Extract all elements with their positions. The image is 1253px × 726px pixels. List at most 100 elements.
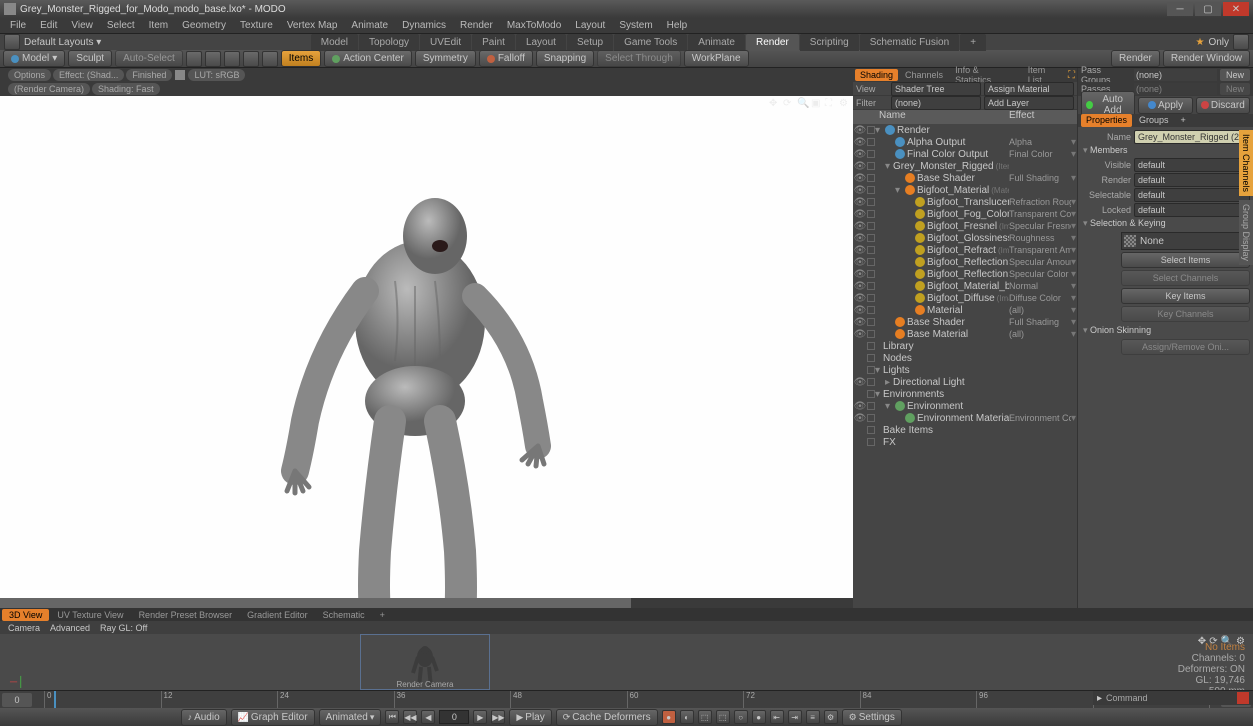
tree-row[interactable]: 👁▾Bigfoot_Material(Material)	[853, 184, 1077, 196]
effect-value[interactable]: Normal	[1009, 281, 1071, 291]
effect-dropdown-icon[interactable]: ▾	[1071, 149, 1077, 160]
checkbox[interactable]	[867, 330, 875, 338]
visibility-toggle[interactable]: 👁	[853, 185, 867, 196]
select-items-button[interactable]: Select Items	[1121, 252, 1250, 268]
render-dropdown[interactable]: default	[1134, 173, 1250, 187]
only-label[interactable]: Only	[1208, 37, 1229, 48]
effect-value[interactable]: Refraction Rough...	[1009, 197, 1071, 207]
tree-row[interactable]: 👁Environment MaterialEnvironment Color▾	[853, 412, 1077, 424]
expand-toggle[interactable]: ▸	[885, 377, 893, 388]
tree-row[interactable]: FX	[853, 436, 1077, 448]
new-pass-button[interactable]: New	[1220, 83, 1250, 95]
effect-dropdown-icon[interactable]: ▾	[1071, 329, 1077, 340]
checkbox[interactable]	[867, 246, 875, 254]
checkbox[interactable]	[867, 210, 875, 218]
camera-dropdown[interactable]: Camera	[8, 623, 40, 633]
tree-row[interactable]: 👁Bigfoot_Fresnel(Image)Specular Fresnel▾	[853, 220, 1077, 232]
effect-value[interactable]: (all)	[1009, 329, 1071, 339]
shader-tree[interactable]: 👁▾Render👁Alpha OutputAlpha▾👁Final Color …	[853, 124, 1077, 608]
tree-row[interactable]: 👁Final Color OutputFinal Color▾	[853, 148, 1077, 160]
checkbox[interactable]	[867, 282, 875, 290]
effect-value[interactable]: Transparent Amo...	[1009, 245, 1071, 255]
menu-file[interactable]: File	[4, 18, 32, 33]
vp-rotate-icon[interactable]: ⟳	[783, 98, 795, 110]
effect-dropdown-icon[interactable]: ▾	[1071, 233, 1077, 244]
graph-editor-button[interactable]: 📈 Graph Editor	[231, 709, 315, 726]
effect-dropdown-icon[interactable]: ▾	[1071, 173, 1077, 184]
command-expand-icon[interactable]: ▸	[1097, 693, 1102, 704]
key-icon-1[interactable]: ●	[662, 710, 676, 724]
tree-row[interactable]: 👁▾Grey_Monster_Rigged(Item)	[853, 160, 1077, 172]
visibility-toggle[interactable]: 👁	[853, 221, 867, 232]
expand-toggle[interactable]: ▾	[875, 365, 883, 376]
tree-row[interactable]: 👁Material(all)▾	[853, 304, 1077, 316]
tab-add[interactable]: +	[1176, 114, 1191, 127]
tree-row[interactable]: 👁Bigfoot_Refract(Image)Transparent Amo..…	[853, 244, 1077, 256]
maximize-button[interactable]: ▢	[1195, 2, 1221, 16]
tree-row[interactable]: 👁Bigfoot_Material_bump...Normal▾	[853, 280, 1077, 292]
checkbox[interactable]	[867, 354, 875, 362]
checkbox[interactable]	[867, 150, 875, 158]
tree-row[interactable]: 👁Alpha OutputAlpha▾	[853, 136, 1077, 148]
checkbox[interactable]	[867, 186, 875, 194]
visibility-toggle[interactable]: 👁	[853, 377, 867, 388]
layout-tab-game-tools[interactable]: Game Tools	[614, 34, 687, 51]
select-icon-5[interactable]	[262, 51, 278, 67]
select-icon-4[interactable]	[243, 51, 259, 67]
effect-dropdown-icon[interactable]: ▾	[1071, 197, 1077, 208]
tab-groups[interactable]: Groups	[1134, 114, 1174, 127]
tree-row[interactable]: 👁Bigfoot_Reflection(Ima...Specular Color…	[853, 268, 1077, 280]
shading-tag[interactable]: Shading: Fast	[92, 83, 160, 95]
go-start-button[interactable]: ⏮	[385, 710, 399, 724]
tree-row[interactable]: 👁Bigfoot_Translucency(i...Refraction Rou…	[853, 196, 1077, 208]
visibility-toggle[interactable]: 👁	[853, 125, 867, 136]
new-pass-group-button[interactable]: New	[1220, 69, 1250, 81]
layout-tab-setup[interactable]: Setup	[567, 34, 613, 51]
none-selector[interactable]: None	[1121, 232, 1250, 250]
effect-value[interactable]: Specular Color	[1009, 269, 1071, 279]
sculpt-button[interactable]: Sculpt	[68, 50, 112, 67]
menu-item[interactable]: Item	[143, 18, 174, 33]
effect-dropdown-icon[interactable]: ▾	[1071, 281, 1077, 292]
checkbox[interactable]	[867, 270, 875, 278]
tree-row[interactable]: 👁▾Render	[853, 124, 1077, 136]
tree-row[interactable]: ▾Environments	[853, 388, 1077, 400]
animated-dropdown[interactable]: Animated ▾	[319, 709, 382, 726]
expand-icon[interactable]: ⛶	[1068, 70, 1075, 81]
effect-value[interactable]: Diffuse Color	[1009, 293, 1071, 303]
checkbox[interactable]	[867, 366, 875, 374]
visibility-toggle[interactable]: 👁	[853, 257, 867, 268]
members-section[interactable]: Members	[1081, 144, 1250, 157]
secondary-viewport[interactable]: ✥ ⟳ 🔍 ⚙ No Items Channels: 0 Deformers: …	[0, 634, 1253, 690]
visibility-toggle[interactable]: 👁	[853, 305, 867, 316]
checkbox[interactable]	[867, 318, 875, 326]
key-icon-3[interactable]: ⬚	[698, 710, 712, 724]
expand-toggle[interactable]: ▾	[875, 125, 883, 136]
tree-row[interactable]: Bake Items	[853, 424, 1077, 436]
finished-tag[interactable]: Finished	[126, 69, 172, 81]
key-icon-10[interactable]: ⚙	[824, 710, 838, 724]
vp-fit-icon[interactable]: ▣	[811, 98, 823, 110]
checkbox[interactable]	[867, 222, 875, 230]
effect-dropdown-icon[interactable]: ▾	[1071, 413, 1077, 424]
menu-layout[interactable]: Layout	[569, 18, 611, 33]
raygl-toggle[interactable]: Ray GL: Off	[100, 623, 147, 633]
visibility-toggle[interactable]: 👁	[853, 161, 867, 172]
visibility-toggle[interactable]: 👁	[853, 245, 867, 256]
tree-row[interactable]: 👁Bigfoot_Reflection(Ima...Specular Amoun…	[853, 256, 1077, 268]
apply-button[interactable]: Apply	[1138, 97, 1192, 114]
key-icon-5[interactable]: ○	[734, 710, 748, 724]
key-icon-7[interactable]: ⇤	[770, 710, 784, 724]
group-display-side-tab[interactable]: Group Display	[1239, 200, 1253, 265]
vp-zoom-icon[interactable]: 🔍	[797, 98, 809, 110]
layout-tab-schematic-fusion[interactable]: Schematic Fusion	[860, 34, 959, 51]
bv-tab-render-preset-browser[interactable]: Render Preset Browser	[132, 609, 240, 621]
passes-value[interactable]: (none)	[1134, 83, 1217, 95]
discard-button[interactable]: Discard	[1196, 97, 1250, 114]
layout-tab-model[interactable]: Model	[311, 34, 358, 51]
menu-view[interactable]: View	[65, 18, 99, 33]
key-icon-4[interactable]: ⬚	[716, 710, 730, 724]
visibility-toggle[interactable]: 👁	[853, 173, 867, 184]
bv-tab-gradient-editor[interactable]: Gradient Editor	[240, 609, 315, 621]
bv-tab-uv-texture-view[interactable]: UV Texture View	[50, 609, 130, 621]
